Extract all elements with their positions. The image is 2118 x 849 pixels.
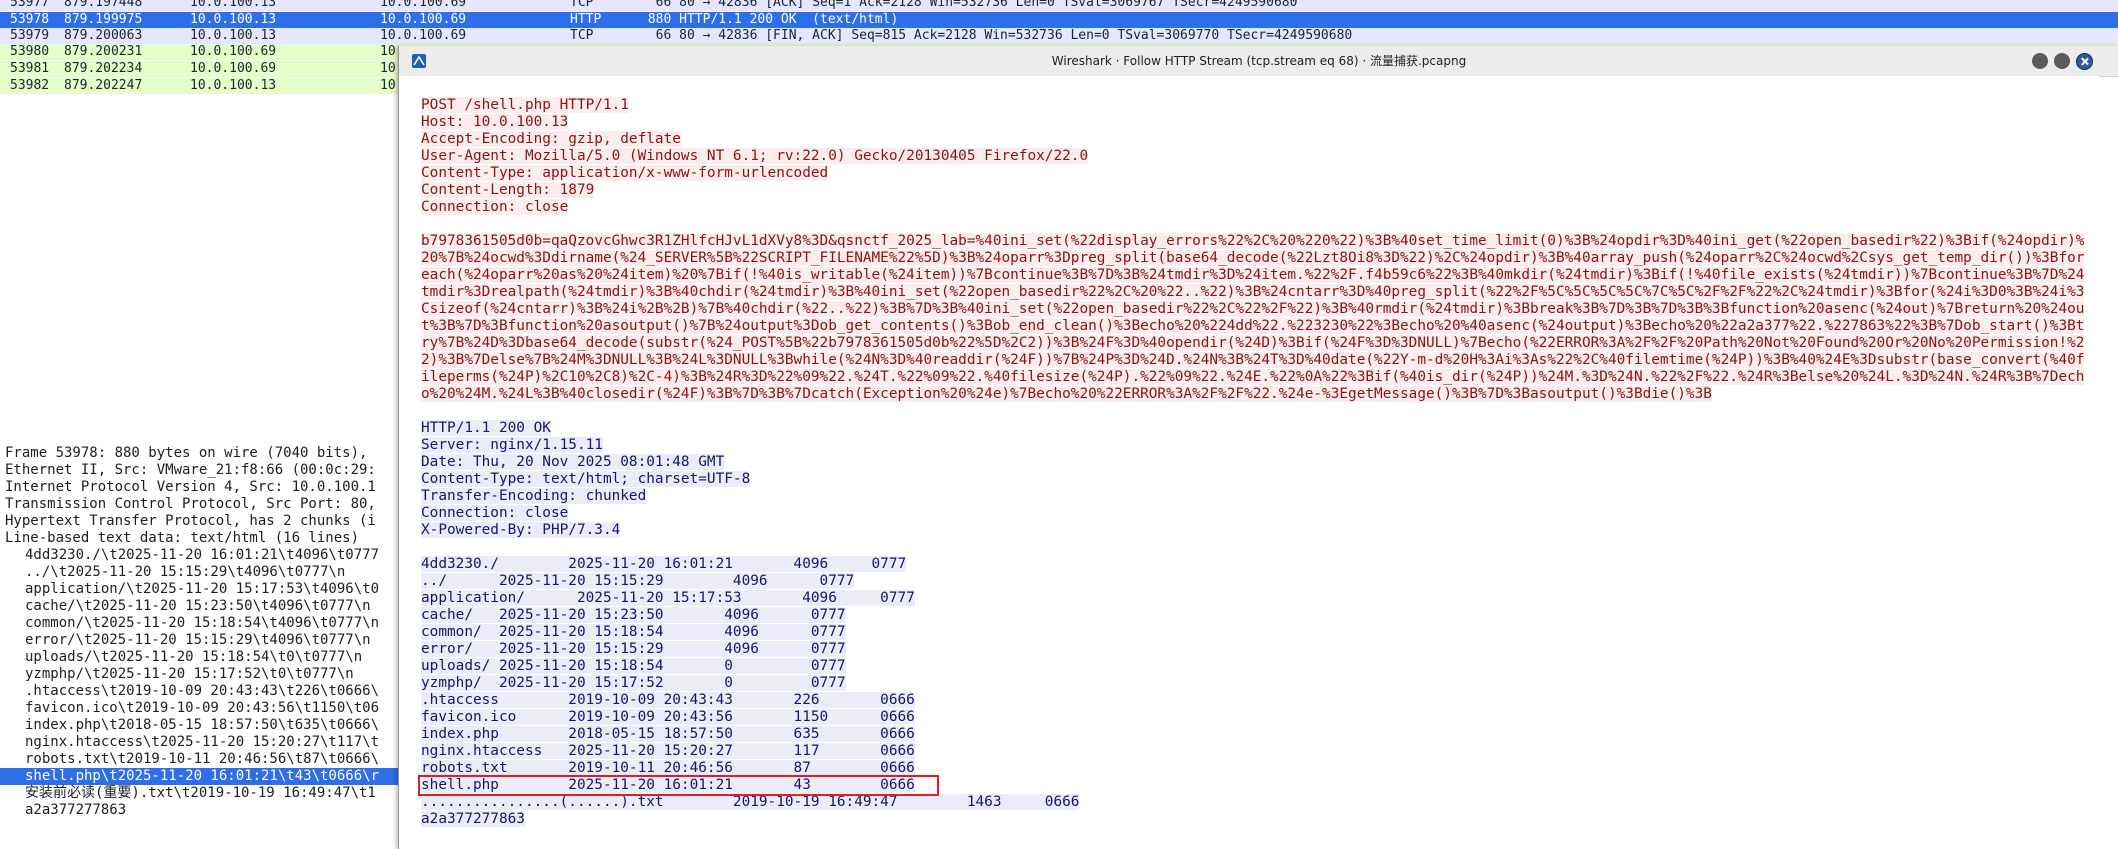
packet-time: 879.200231	[64, 44, 143, 59]
detail-text-line[interactable]: index.php\t2018-05-15 18:57:50\t635\t066…	[25, 717, 379, 734]
stream-content[interactable]: POST /shell.php HTTP/1.1 Host: 10.0.100.…	[399, 76, 2099, 849]
detail-frame[interactable]: Frame 53978: 880 bytes on wire (7040 bit…	[5, 445, 367, 462]
packet-info: 66 80 → 42836 [FIN, ACK] Seq=815 Ack=212…	[640, 28, 1353, 43]
response-header-line: X-Powered-By: PHP/7.3.4	[421, 522, 621, 538]
detail-text-line[interactable]: .htaccess\t2019-10-09 20:43:43\t226\t066…	[25, 683, 379, 700]
packet-details-pane[interactable]: Frame 53978: 880 bytes on wire (7040 bit…	[0, 97, 400, 849]
listing-line: ................(......).txt 2019-10-19 …	[421, 794, 1080, 810]
listing-line: 4dd3230./ 2025-11-20 16:01:21 4096 0777	[421, 556, 907, 572]
request-header-line: User-Agent: Mozilla/5.0 (Windows NT 6.1;…	[421, 148, 1089, 164]
minimize-button[interactable]	[2032, 53, 2048, 69]
packet-no: 53981	[10, 61, 50, 76]
follow-stream-window[interactable]: Wireshark · Follow HTTP Stream (tcp.stre…	[398, 46, 2118, 849]
response-header-line: Content-Type: text/html; charset=UTF-8	[421, 471, 751, 487]
listing-line: nginx.htaccess 2025-11-20 15:20:27 117 0…	[421, 743, 915, 759]
request-header-line: Accept-Encoding: gzip, deflate	[421, 131, 681, 147]
detail-tcp[interactable]: Transmission Control Protocol, Src Port:…	[5, 496, 376, 513]
detail-text-line[interactable]: favicon.ico\t2019-10-09 20:43:56\t1150\t…	[25, 700, 379, 717]
packet-destination: 10.0.100.69	[380, 0, 467, 10]
listing-line: uploads/ 2025-11-20 15:18:54 0 0777	[421, 658, 846, 674]
detail-text-line[interactable]: yzmphp/\t2025-11-20 15:17:52\t0\t0777\n	[25, 666, 354, 683]
detail-text-line[interactable]: common/\t2025-11-20 15:18:54\t4096\t0777…	[25, 615, 379, 632]
window-title: Wireshark · Follow HTTP Stream (tcp.stre…	[1051, 54, 1467, 68]
response-header-line: HTTP/1.1 200 OK	[421, 420, 551, 436]
packet-row[interactable]: 53977 879.197448 10.0.100.13 10.0.100.69…	[0, 0, 2118, 11]
request-header-line: Host: 10.0.100.13	[421, 114, 569, 130]
response-header-line: Server: nginx/1.15.11	[421, 437, 603, 453]
close-button[interactable]	[2076, 53, 2093, 70]
packet-time: 879.202247	[64, 78, 143, 93]
listing-line: application/ 2025-11-20 15:17:53 4096 07…	[421, 590, 915, 606]
detail-text-line[interactable]: a2a377277863	[25, 802, 126, 819]
detail-text-line-selected[interactable]: shell.php\t2025-11-20 16:01:21\t43\t0666…	[0, 768, 400, 785]
detail-text-line[interactable]: 4dd3230./\t2025-11-20 16:01:21\t4096\t07…	[25, 547, 379, 564]
detail-ip[interactable]: Internet Protocol Version 4, Src: 10.0.1…	[5, 479, 376, 496]
listing-line: ../ 2025-11-20 15:15:29 4096 0777	[421, 573, 855, 589]
packet-time: 879.202234	[64, 61, 143, 76]
request-body: b7978361505d0b=qaQzovcGhwc3R1ZHlfcHJvL1d…	[421, 233, 2085, 402]
packet-no: 53979	[10, 28, 50, 43]
detail-text-line[interactable]: 安装前必读(重要).txt\t2019-10-19 16:49:47\t1	[25, 785, 376, 802]
listing-line: favicon.ico 2019-10-09 20:43:56 1150 066…	[421, 709, 915, 725]
detail-text-line[interactable]: application/\t2025-11-20 15:17:53\t4096\…	[25, 581, 379, 598]
packet-no: 53978	[10, 12, 50, 27]
packet-no: 53982	[10, 78, 50, 93]
detail-text-line[interactable]: uploads/\t2025-11-20 15:18:54\t0\t0777\n	[25, 649, 362, 666]
detail-text-line[interactable]: ../\t2025-11-20 15:15:29\t4096\t0777\n	[25, 564, 345, 581]
packet-protocol: HTTP	[570, 12, 602, 27]
packet-source: 10.0.100.13	[190, 28, 277, 43]
detail-text-line[interactable]: nginx.htaccess\t2025-11-20 15:20:27\t117…	[25, 734, 379, 751]
packet-source: 10.0.100.69	[190, 44, 277, 59]
listing-line: error/ 2025-11-20 15:15:29 4096 0777	[421, 641, 846, 657]
window-titlebar[interactable]: Wireshark · Follow HTTP Stream (tcp.stre…	[399, 46, 2118, 77]
packet-source: 10.0.100.13	[190, 0, 277, 10]
detail-text-line[interactable]: cache/\t2025-11-20 15:23:50\t4096\t0777\…	[25, 598, 371, 615]
packet-destination: 10	[380, 78, 396, 93]
request-header-line: POST /shell.php HTTP/1.1	[421, 97, 629, 113]
packet-time: 879.197448	[64, 0, 143, 10]
packet-source: 10.0.100.69	[190, 61, 277, 76]
detail-text-line[interactable]: error/\t2025-11-20 15:15:29\t4096\t0777\…	[25, 632, 371, 649]
listing-line: common/ 2025-11-20 15:18:54 4096 0777	[421, 624, 846, 640]
packet-no: 53980	[10, 44, 50, 59]
packet-destination: 10.0.100.69	[380, 28, 467, 43]
packet-row[interactable]: 53979 879.200063 10.0.100.13 10.0.100.69…	[0, 28, 2118, 44]
packet-protocol: TCP	[570, 28, 594, 43]
response-header-line: Date: Thu, 20 Nov 2025 08:01:48 GMT	[421, 454, 725, 470]
listing-line: index.php 2018-05-15 18:57:50 635 0666	[421, 726, 915, 742]
response-header-line: Transfer-Encoding: chunked	[421, 488, 647, 504]
detail-http[interactable]: Hypertext Transfer Protocol, has 2 chunk…	[5, 513, 376, 530]
listing-line: .htaccess 2019-10-09 20:43:43 226 0666	[421, 692, 915, 708]
packet-no: 53977	[10, 0, 50, 10]
packet-row-selected[interactable]: 53978 879.199975 10.0.100.13 10.0.100.69…	[0, 12, 2118, 28]
detail-text-line[interactable]: robots.txt\t2019-10-11 20:46:56\t87\t066…	[25, 751, 379, 768]
response-header-line: Connection: close	[421, 505, 569, 521]
packet-protocol: TCP	[570, 0, 594, 10]
packet-source: 10.0.100.13	[190, 78, 277, 93]
packet-destination: 10	[380, 61, 396, 76]
request-header-line: Content-Length: 1879	[421, 182, 595, 198]
packet-destination: 10	[380, 44, 396, 59]
shell-highlight-box	[418, 775, 939, 796]
detail-ethernet[interactable]: Ethernet II, Src: VMware_21:f8:66 (00:0c…	[5, 462, 376, 479]
packet-destination: 10.0.100.69	[380, 12, 467, 27]
packet-time: 879.199975	[64, 12, 143, 27]
packet-info: 66 80 → 42836 [ACK] Seq=1 Ack=2128 Win=5…	[640, 0, 1298, 10]
request-header-line: Connection: close	[421, 199, 569, 215]
listing-line: a2a377277863	[421, 811, 525, 827]
listing-line: yzmphp/ 2025-11-20 15:17:52 0 0777	[421, 675, 846, 691]
packet-info: 880 HTTP/1.1 200 OK (text/html)	[640, 12, 899, 27]
listing-line: cache/ 2025-11-20 15:23:50 4096 0777	[421, 607, 846, 623]
request-header-line: Content-Type: application/x-www-form-url…	[421, 165, 829, 181]
packet-time: 879.200063	[64, 28, 143, 43]
packet-source: 10.0.100.13	[190, 12, 277, 27]
detail-text-data[interactable]: Line-based text data: text/html (16 line…	[5, 530, 359, 547]
maximize-button[interactable]	[2054, 53, 2070, 69]
